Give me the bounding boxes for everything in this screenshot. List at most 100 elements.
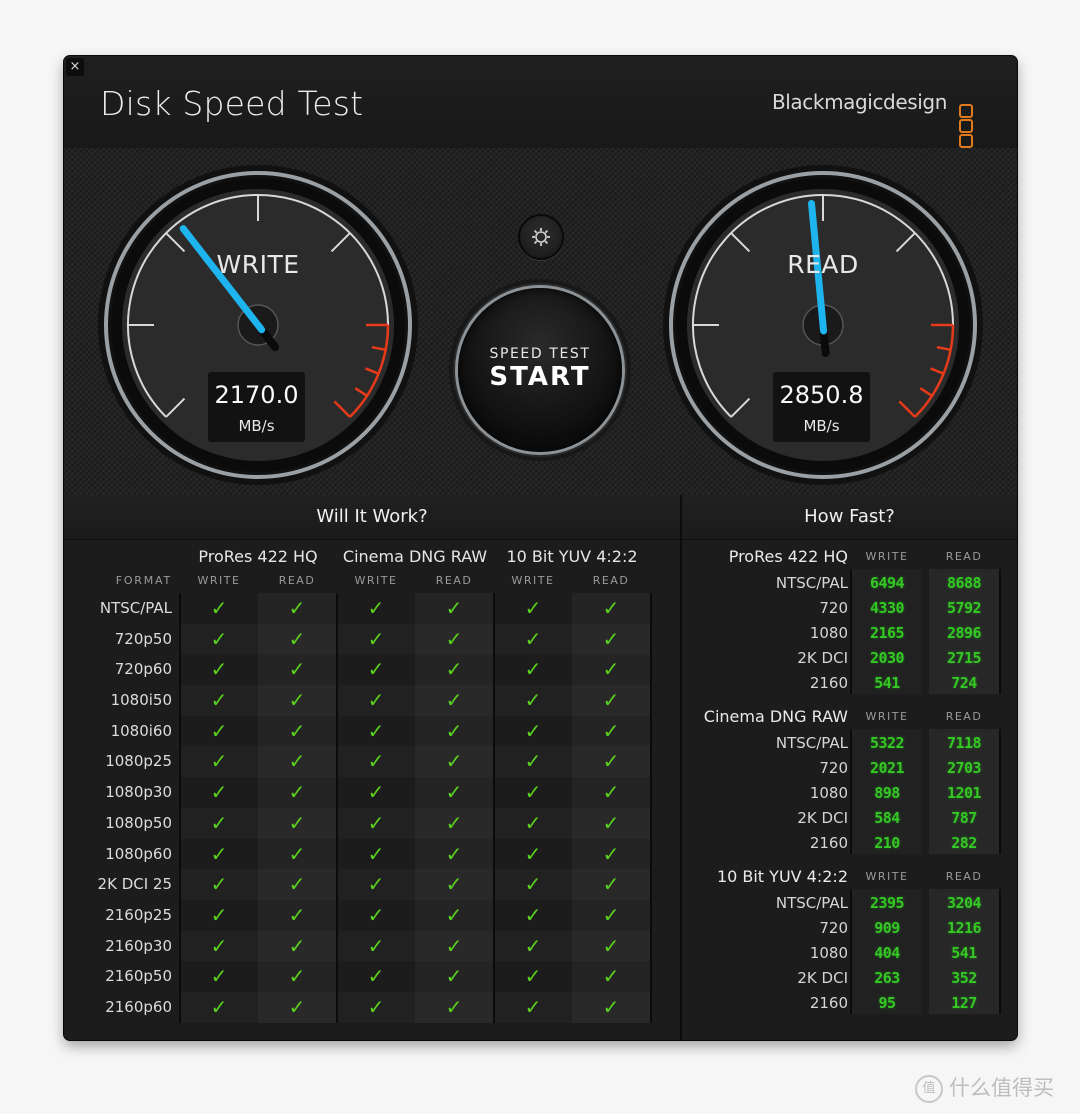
how-fast-codec: ProRes 422 HQ xyxy=(728,547,848,566)
checkmark-icon: ✓ xyxy=(210,964,228,989)
checkmark-icon: ✓ xyxy=(367,657,385,682)
checkmark-icon: ✓ xyxy=(602,626,620,651)
write-speed-value: 2170.0 xyxy=(214,381,299,409)
how-fast-block: 10 Bit YUV 4:2:2 WRITE READ NTSC/PAL 2395 320… xyxy=(682,867,1017,1027)
how-fast-format: 2160 xyxy=(809,994,848,1012)
compat-cell: ✓ xyxy=(337,777,415,808)
compat-cell: ✓ xyxy=(572,930,650,962)
compat-cell: ✓ xyxy=(415,746,493,778)
compat-cell: ✓ xyxy=(258,685,336,716)
compat-cell: ✓ xyxy=(337,654,415,685)
compat-cell: ✓ xyxy=(494,900,572,931)
checkmark-icon: ✓ xyxy=(288,902,306,927)
format-row: 1080p50 ✓ ✓ ✓ ✓ ✓ ✓ xyxy=(64,807,680,839)
compat-cell: ✓ xyxy=(180,808,258,839)
checkmark-icon: ✓ xyxy=(210,596,228,620)
compat-cell: ✓ xyxy=(415,930,493,962)
how-fast-row: NTSC/PAL 2395 3204 xyxy=(682,891,1017,916)
write-column-header: WRITE xyxy=(865,550,909,563)
read-gauge-label: READ xyxy=(787,250,859,279)
column-divider xyxy=(179,593,181,1023)
format-label: 1080p60 xyxy=(105,844,172,863)
read-readout: 2850.8 MB/s xyxy=(773,372,870,442)
compat-cell: ✓ xyxy=(258,930,336,962)
checkmark-icon: ✓ xyxy=(288,810,306,835)
write-column-header: WRITE xyxy=(511,574,555,587)
format-row: 2160p50 ✓ ✓ ✓ ✓ ✓ ✓ xyxy=(64,961,680,992)
settings-button[interactable] xyxy=(518,214,564,260)
compat-cell: ✓ xyxy=(415,807,493,839)
read-column-header: READ xyxy=(945,870,983,883)
checkmark-icon: ✓ xyxy=(602,780,620,805)
checkmark-icon: ✓ xyxy=(445,626,463,651)
compat-cell: ✓ xyxy=(337,716,415,747)
compat-cell: ✓ xyxy=(258,716,336,747)
watermark: 值什么值得买 xyxy=(915,1072,1054,1103)
checkmark-icon: ✓ xyxy=(445,657,463,682)
how-fast-format: 1080 xyxy=(809,784,848,802)
checkmark-icon: ✓ xyxy=(524,688,542,713)
read-column-header: READ xyxy=(592,574,630,587)
read-speed-unit: MB/s xyxy=(803,417,840,435)
checkmark-icon: ✓ xyxy=(524,626,542,651)
compat-cell: ✓ xyxy=(180,624,258,655)
compat-cell: ✓ xyxy=(258,777,336,808)
close-button[interactable]: × xyxy=(66,58,84,76)
checkmark-icon: ✓ xyxy=(210,994,228,1019)
write-fps-value: 2165 xyxy=(869,624,905,642)
how-fast-row: 720 4330 5792 xyxy=(682,596,1017,621)
compat-cell: ✓ xyxy=(415,839,493,870)
write-column-header: WRITE xyxy=(865,710,909,723)
will-it-work-title: Will It Work? xyxy=(64,495,680,540)
how-fast-row: 2160 541 724 xyxy=(682,671,1017,696)
format-row: NTSC/PAL ✓ ✓ ✓ ✓ ✓ ✓ xyxy=(64,593,680,624)
how-fast-row: 2160 210 282 xyxy=(682,831,1017,856)
read-fps-value: 8688 xyxy=(946,574,982,592)
how-fast-title: How Fast? xyxy=(682,495,1017,540)
checkmark-icon: ✓ xyxy=(288,841,306,866)
compat-cell: ✓ xyxy=(494,777,572,808)
how-fast-format: 1080 xyxy=(809,944,848,962)
compat-cell: ✓ xyxy=(258,623,336,655)
how-fast-row: 2160 95 127 xyxy=(682,991,1017,1016)
read-fps-value: 2703 xyxy=(946,759,982,777)
checkmark-icon: ✓ xyxy=(445,810,463,835)
checkmark-icon: ✓ xyxy=(524,596,542,620)
checkmark-icon: ✓ xyxy=(367,688,385,713)
write-fps-value: 2395 xyxy=(869,894,905,912)
column-divider xyxy=(650,593,652,1023)
how-fast-row: 1080 404 541 xyxy=(682,941,1017,966)
checkmark-icon: ✓ xyxy=(602,872,620,897)
compat-cell: ✓ xyxy=(494,624,572,655)
checkmark-icon: ✓ xyxy=(524,902,542,927)
format-label: 1080p50 xyxy=(105,813,172,832)
read-fps-value: 1216 xyxy=(946,919,982,937)
checkmark-icon: ✓ xyxy=(602,810,620,835)
write-fps-value: 541 xyxy=(874,674,900,692)
checkmark-icon: ✓ xyxy=(445,596,463,620)
how-fast-row: 720 2021 2703 xyxy=(682,756,1017,781)
read-fps-value: 3204 xyxy=(946,894,982,912)
how-fast-format: 2K DCI xyxy=(797,649,848,667)
checkmark-icon: ✓ xyxy=(210,780,228,805)
checkmark-icon: ✓ xyxy=(445,780,463,805)
format-label: 1080p30 xyxy=(105,783,172,802)
format-label: 2160p30 xyxy=(105,936,172,955)
write-fps-value: 584 xyxy=(874,809,900,827)
write-speed-unit: MB/s xyxy=(238,417,275,435)
compat-cell: ✓ xyxy=(337,808,415,839)
app-title: Disk Speed Test xyxy=(100,84,364,123)
start-button[interactable]: SPEED TEST START xyxy=(458,288,622,452)
brand-name: Blackmagicdesign xyxy=(771,90,947,114)
checkmark-icon: ✓ xyxy=(367,718,385,743)
how-fast-row: 2K DCI 263 352 xyxy=(682,966,1017,991)
how-fast-format: NTSC/PAL xyxy=(775,894,848,912)
checkmark-icon: ✓ xyxy=(524,872,542,897)
checkmark-icon: ✓ xyxy=(445,841,463,866)
compat-cell: ✓ xyxy=(572,654,650,685)
checkmark-icon: ✓ xyxy=(210,933,228,958)
format-row: 1080i60 ✓ ✓ ✓ ✓ ✓ ✓ xyxy=(64,716,680,747)
checkmark-icon: ✓ xyxy=(367,780,385,805)
compat-cell: ✓ xyxy=(337,992,415,1023)
read-gauge: READ 2850.8 MB/s xyxy=(658,160,988,490)
